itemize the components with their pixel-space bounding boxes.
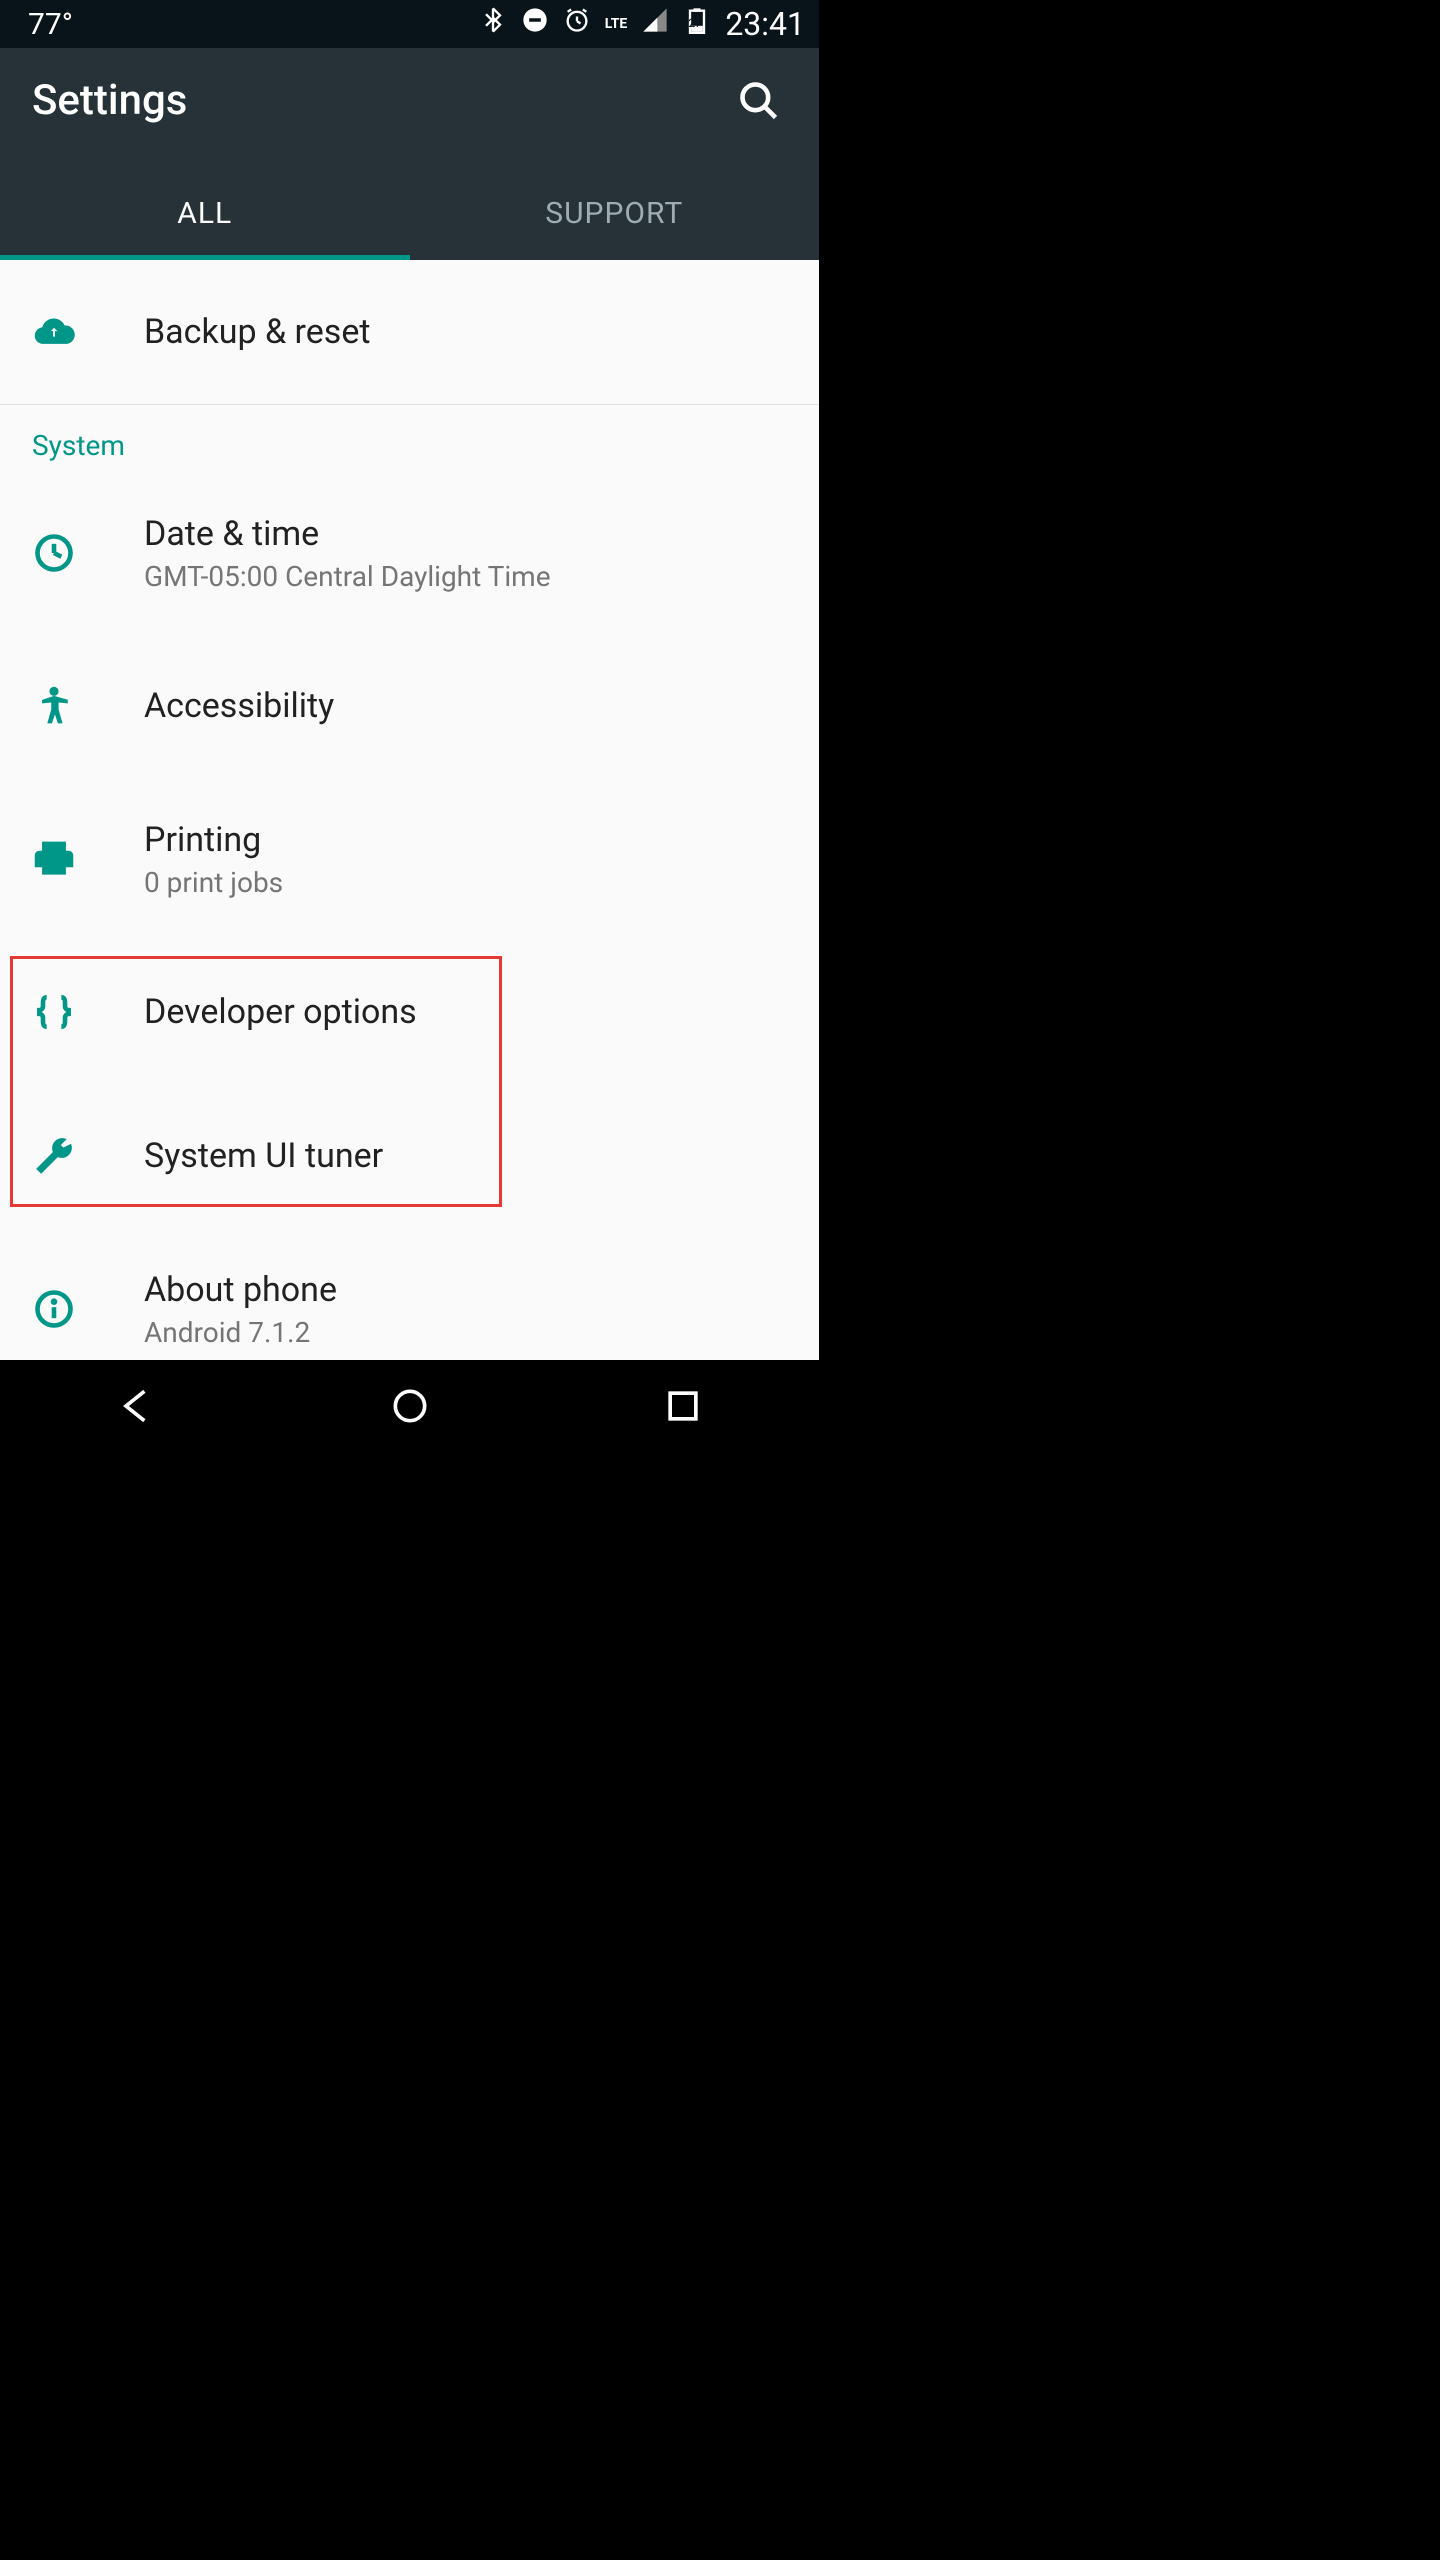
lte-icon: LTE xyxy=(605,16,628,32)
page-title: Settings xyxy=(32,76,187,125)
signal-icon xyxy=(641,6,669,42)
search-icon xyxy=(737,79,781,123)
item-title: Date & time xyxy=(144,514,551,554)
navigation-bar xyxy=(0,1360,819,1456)
cloud-upload-icon xyxy=(32,310,144,354)
status-temperature: 77° xyxy=(28,7,73,42)
tab-support[interactable]: SUPPORT xyxy=(410,172,820,260)
item-title: Accessibility xyxy=(144,686,334,726)
battery-percentage: 27 xyxy=(688,16,702,30)
item-subtitle: 0 print jobs xyxy=(144,866,283,899)
status-bar-right: LTE 27 23:41 xyxy=(479,5,805,43)
section-header-system: System xyxy=(0,405,819,472)
status-bar: 77° LTE 27 23:41 xyxy=(0,0,819,48)
settings-list: Backup & reset System Date & time GMT-05… xyxy=(0,260,819,1360)
developer-options-item[interactable]: Developer options xyxy=(0,940,819,1084)
backup-reset-item[interactable]: Backup & reset xyxy=(0,260,819,404)
tab-bar: ALL SUPPORT xyxy=(0,172,819,260)
app-bar: Settings ALL SUPPORT xyxy=(0,48,819,260)
system-ui-tuner-item[interactable]: System UI tuner xyxy=(0,1084,819,1228)
alarm-icon xyxy=(563,6,591,42)
accessibility-icon xyxy=(32,684,144,728)
back-button[interactable] xyxy=(115,1384,159,1432)
wrench-icon xyxy=(32,1134,144,1178)
search-button[interactable] xyxy=(737,79,781,123)
battery-icon: 27 xyxy=(683,6,711,42)
accessibility-item[interactable]: Accessibility xyxy=(0,634,819,778)
tab-all[interactable]: ALL xyxy=(0,172,410,260)
recent-button[interactable] xyxy=(661,1384,705,1432)
do-not-disturb-icon xyxy=(521,6,549,42)
item-title: Printing xyxy=(144,820,283,860)
clock-icon xyxy=(32,531,144,575)
item-subtitle: GMT-05:00 Central Daylight Time xyxy=(144,560,551,593)
braces-icon xyxy=(32,990,144,1034)
status-time: 23:41 xyxy=(725,5,805,43)
printer-icon xyxy=(32,837,144,881)
item-subtitle: Android 7.1.2 xyxy=(144,1316,337,1349)
item-title: Backup & reset xyxy=(144,312,371,352)
printing-item[interactable]: Printing 0 print jobs xyxy=(0,778,819,940)
item-title: System UI tuner xyxy=(144,1136,383,1176)
status-bar-left: 77° xyxy=(14,7,87,42)
info-icon xyxy=(32,1287,144,1331)
home-button[interactable] xyxy=(388,1384,432,1432)
about-phone-item[interactable]: About phone Android 7.1.2 xyxy=(0,1228,819,1360)
item-title: Developer options xyxy=(144,992,417,1032)
date-time-item[interactable]: Date & time GMT-05:00 Central Daylight T… xyxy=(0,472,819,634)
item-title: About phone xyxy=(144,1270,337,1310)
bluetooth-icon xyxy=(479,6,507,42)
